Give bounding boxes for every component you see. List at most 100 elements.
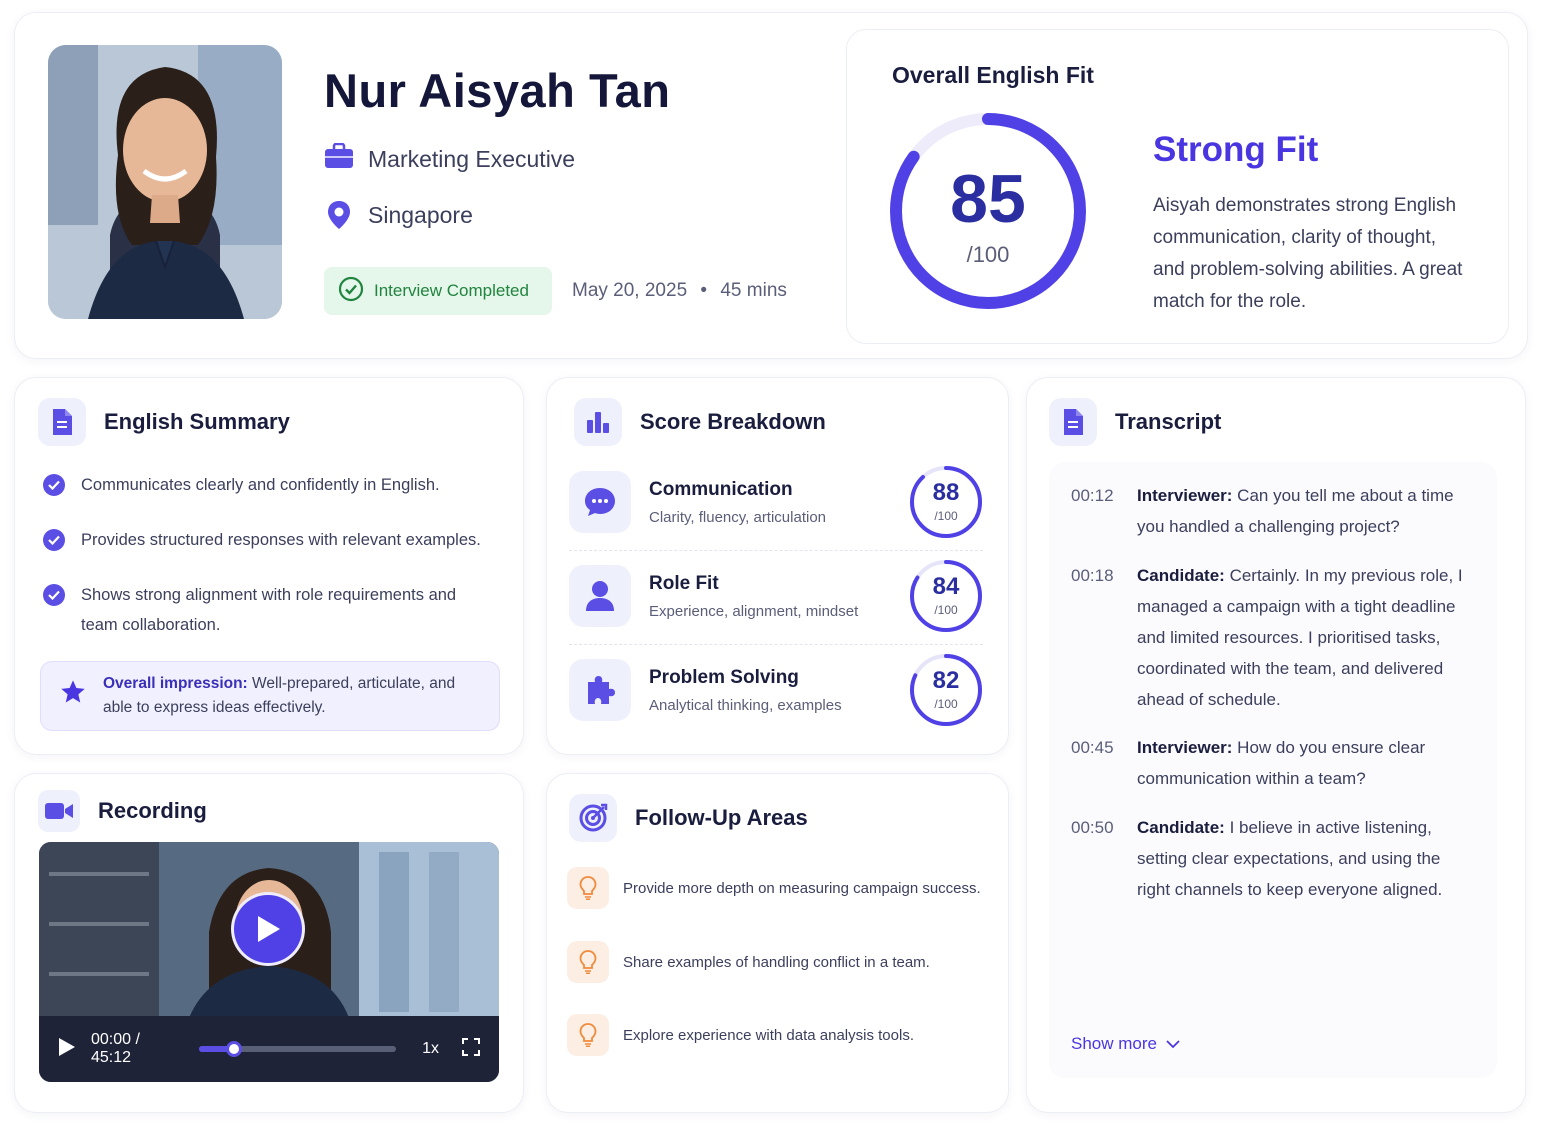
transcript-text: Candidate: I believe in active listening… bbox=[1137, 812, 1473, 905]
fit-label: Strong Fit bbox=[1153, 130, 1319, 169]
lightbulb-icon bbox=[567, 867, 609, 909]
transcript-timestamp[interactable]: 00:45 bbox=[1071, 732, 1137, 794]
transcript-title: Transcript bbox=[1115, 409, 1222, 434]
play-button[interactable] bbox=[57, 1036, 77, 1063]
follow-up-card: Follow-Up Areas Provide more depth on me… bbox=[546, 773, 1009, 1113]
score-ring-value: 88 bbox=[932, 479, 960, 506]
score-ring: 82 /100 bbox=[909, 651, 983, 729]
candidate-name: Nur Aisyah Tan bbox=[324, 64, 671, 117]
lightbulb-icon bbox=[567, 1014, 609, 1056]
score-item-subtitle: Analytical thinking, examples bbox=[649, 696, 842, 714]
score-ring-max: /100 bbox=[934, 509, 958, 523]
candidate-header-card: Nur Aisyah Tan Marketing Executive Singa… bbox=[14, 12, 1528, 359]
role-text: Marketing Executive bbox=[368, 145, 576, 172]
overall-score-value: 85 bbox=[950, 161, 1026, 237]
summary-item-text: Provides structured responses with relev… bbox=[81, 531, 481, 549]
score-item-text: Problem Solving Analytical thinking, exa… bbox=[649, 667, 909, 714]
english-summary-card: English Summary Communicates clearly and… bbox=[14, 377, 524, 755]
video-player[interactable]: 00:00 / 45:12 1x bbox=[39, 842, 499, 1082]
recording-header: Recording bbox=[38, 790, 207, 832]
transcript-timestamp[interactable]: 00:12 bbox=[1071, 480, 1137, 542]
score-item-text: Communication Clarity, fluency, articula… bbox=[649, 479, 909, 526]
summary-list: Communicates clearly and confidently in … bbox=[43, 470, 493, 665]
follow-up-item: Explore experience with data analysis to… bbox=[567, 1014, 914, 1056]
transcript-entry: 00:45 Interviewer: How do you ensure cle… bbox=[1071, 732, 1473, 794]
target-icon bbox=[569, 794, 617, 842]
play-icon bbox=[258, 916, 280, 942]
video-progress-slider[interactable] bbox=[199, 1041, 397, 1057]
transcript-card: Transcript 00:12 Interviewer: Can you te… bbox=[1026, 377, 1526, 1113]
english-summary-header: English Summary bbox=[38, 398, 290, 446]
location-text: Singapore bbox=[368, 201, 473, 228]
score-breakdown-card: Score Breakdown Communication Clarity, f… bbox=[546, 377, 1009, 755]
lightbulb-icon bbox=[567, 941, 609, 983]
fullscreen-icon bbox=[462, 1037, 480, 1056]
interview-date-duration: May 20, 2025 • 45 mins bbox=[572, 280, 787, 302]
follow-up-text: Share examples of handling conflict in a… bbox=[623, 953, 930, 971]
transcript-timestamp[interactable]: 00:50 bbox=[1071, 812, 1137, 905]
score-item-subtitle: Experience, alignment, mindset bbox=[649, 602, 859, 620]
fit-description: Aisyah demonstrates strong English commu… bbox=[1153, 195, 1463, 312]
puzzle-icon bbox=[569, 659, 631, 721]
video-progress-handle[interactable] bbox=[225, 1041, 242, 1057]
score-ring: 88 /100 bbox=[909, 463, 983, 541]
score-ring-value: 82 bbox=[932, 667, 960, 694]
score-item-title: Problem Solving bbox=[649, 666, 799, 688]
follow-up-item: Provide more depth on measuring campaign… bbox=[567, 867, 981, 909]
chevron-down-icon bbox=[1165, 1034, 1181, 1054]
overall-score-max: /100 bbox=[966, 242, 1010, 267]
check-circle-icon bbox=[338, 276, 364, 307]
playback-speed-button[interactable]: 1x bbox=[422, 1040, 439, 1058]
summary-item-text: Communicates clearly and confidently in … bbox=[81, 476, 440, 494]
transcript-text: Candidate: Certainly. In my previous rol… bbox=[1137, 560, 1473, 715]
transcript-speaker: Interviewer: bbox=[1137, 486, 1233, 505]
transcript-speaker: Interviewer: bbox=[1137, 738, 1233, 757]
document-icon bbox=[1049, 398, 1097, 446]
meta-separator: • bbox=[700, 280, 708, 301]
check-icon bbox=[43, 474, 65, 496]
follow-up-text: Provide more depth on measuring campaign… bbox=[623, 879, 981, 897]
score-ring: 84 /100 bbox=[909, 557, 983, 635]
show-more-label: Show more bbox=[1071, 1034, 1157, 1053]
recording-title: Recording bbox=[98, 798, 207, 823]
play-overlay-button[interactable] bbox=[231, 892, 305, 966]
transcript-body[interactable]: 00:12 Interviewer: Can you tell me about… bbox=[1049, 462, 1497, 1078]
score-item-problem-solving: Problem Solving Analytical thinking, exa… bbox=[569, 644, 983, 736]
candidate-location: Singapore bbox=[324, 200, 473, 230]
transcript-speaker: Candidate: bbox=[1137, 566, 1225, 585]
briefcase-icon bbox=[324, 142, 354, 175]
summary-item: Provides structured responses with relev… bbox=[43, 525, 493, 555]
transcript-header: Transcript bbox=[1049, 398, 1221, 446]
candidate-role: Marketing Executive bbox=[324, 142, 576, 175]
overall-impression: Overall impression: Well-prepared, artic… bbox=[40, 661, 500, 731]
play-icon bbox=[59, 1037, 75, 1056]
transcript-entry: 00:12 Interviewer: Can you tell me about… bbox=[1071, 480, 1473, 542]
video-time: 00:00 / 45:12 bbox=[91, 1031, 140, 1066]
score-item-role-fit: Role Fit Experience, alignment, mindset … bbox=[569, 550, 983, 642]
score-item-subtitle: Clarity, fluency, articulation bbox=[649, 508, 827, 526]
follow-up-text: Explore experience with data analysis to… bbox=[623, 1026, 914, 1044]
transcript-line: Certainly. In my previous role, I manage… bbox=[1137, 566, 1463, 709]
score-ring-max: /100 bbox=[934, 603, 958, 617]
show-more-button[interactable]: Show more bbox=[1071, 1034, 1181, 1054]
overall-fit-title: Overall English Fit bbox=[892, 62, 1094, 88]
follow-up-item: Share examples of handling conflict in a… bbox=[567, 941, 930, 983]
english-summary-title: English Summary bbox=[104, 409, 290, 434]
overall-fit-panel: Overall English Fit 85 /100 Strong Fit A… bbox=[846, 29, 1509, 344]
check-icon bbox=[43, 584, 65, 606]
interview-date: May 20, 2025 bbox=[572, 280, 688, 301]
star-icon bbox=[59, 678, 87, 714]
transcript-text: Interviewer: Can you tell me about a tim… bbox=[1137, 480, 1473, 542]
document-icon bbox=[38, 398, 86, 446]
score-ring-value: 84 bbox=[932, 573, 960, 600]
video-camera-icon bbox=[38, 790, 80, 832]
score-ring-max: /100 bbox=[934, 697, 958, 711]
video-controls: 00:00 / 45:12 1x bbox=[39, 1016, 499, 1082]
fullscreen-button[interactable] bbox=[461, 1037, 481, 1062]
transcript-speaker: Candidate: bbox=[1137, 818, 1225, 837]
score-breakdown-header: Score Breakdown bbox=[574, 398, 826, 446]
recording-card: Recording 00:00 / 45:12 1x bbox=[14, 773, 524, 1113]
transcript-entry: 00:50 Candidate: I believe in active lis… bbox=[1071, 812, 1473, 905]
transcript-timestamp[interactable]: 00:18 bbox=[1071, 560, 1137, 715]
impression-text: Overall impression: Well-prepared, artic… bbox=[103, 672, 483, 720]
